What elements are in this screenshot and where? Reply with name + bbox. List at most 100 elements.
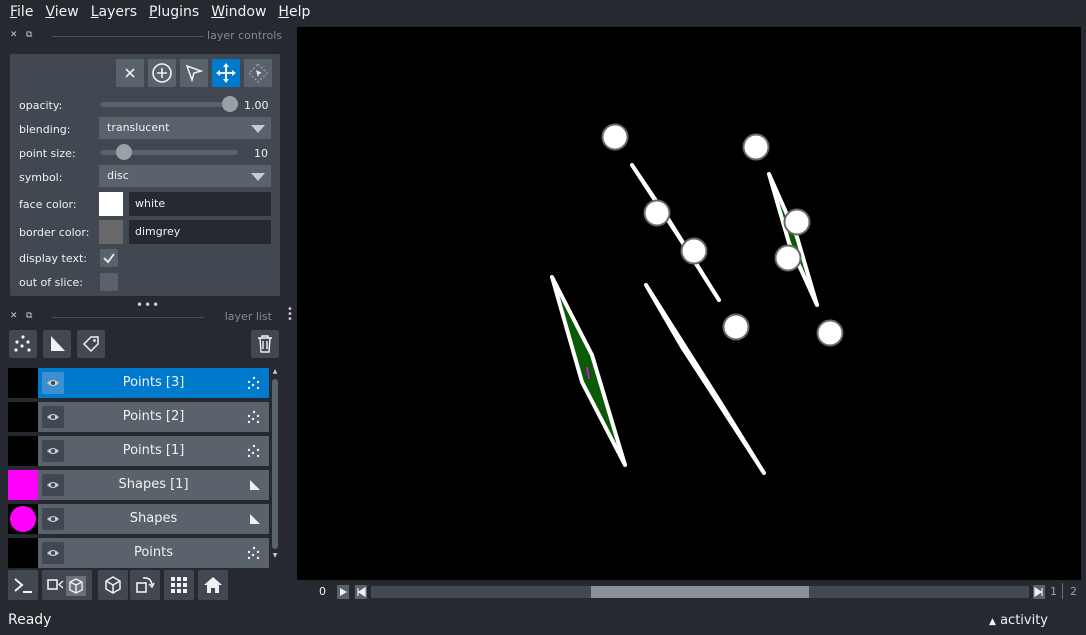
layer-item[interactable]: Points bbox=[38, 538, 269, 568]
point-marker[interactable] bbox=[722, 313, 750, 341]
layer-row[interactable]: Shapes bbox=[8, 504, 269, 534]
canvas-scene bbox=[550, 123, 844, 475]
layer-item[interactable]: Shapes [1] bbox=[38, 470, 269, 500]
layer-name: Points [2] bbox=[122, 409, 185, 424]
visibility-toggle[interactable] bbox=[42, 372, 64, 394]
menu-layers[interactable]: Layers bbox=[85, 4, 143, 20]
visibility-toggle[interactable] bbox=[42, 474, 64, 496]
border-color-swatch[interactable] bbox=[99, 220, 123, 244]
skip-back-icon bbox=[355, 585, 367, 599]
transpose-dimensions-button[interactable] bbox=[130, 570, 160, 600]
select-points-button[interactable] bbox=[180, 59, 208, 87]
scrollbar-thumb[interactable] bbox=[272, 379, 278, 549]
blending-label: blending: bbox=[19, 123, 71, 136]
point-marker[interactable] bbox=[601, 123, 629, 151]
delete-layer-button[interactable] bbox=[251, 330, 279, 358]
face-color-swatch[interactable] bbox=[99, 192, 123, 216]
shape-polygon[interactable] bbox=[630, 163, 721, 302]
display-2d-3d-icon bbox=[47, 576, 86, 596]
layer-item[interactable]: Points [3] bbox=[38, 368, 269, 398]
symbol-select[interactable]: disc bbox=[99, 165, 271, 187]
menubar: File View Layers Plugins Window Help bbox=[0, 0, 1086, 24]
point-size-label: point size: bbox=[19, 147, 76, 160]
points-icon bbox=[247, 376, 260, 390]
toggle-ndisplay-button[interactable] bbox=[42, 570, 92, 600]
add-points-button[interactable] bbox=[148, 59, 176, 87]
opacity-slider-handle[interactable] bbox=[222, 96, 238, 112]
point-marker[interactable] bbox=[783, 208, 811, 236]
menu-view[interactable]: View bbox=[39, 4, 84, 20]
point-marker[interactable] bbox=[816, 319, 844, 347]
eye-icon bbox=[47, 550, 59, 556]
dims-slider-track[interactable] bbox=[371, 586, 1029, 598]
layer-item[interactable]: Points [2] bbox=[38, 402, 269, 432]
layer-thumbnail bbox=[8, 470, 38, 500]
dock-float-icon[interactable]: ⧉ bbox=[26, 30, 36, 40]
activity-toggle[interactable]: ▲ activity bbox=[989, 613, 1048, 628]
viewer-canvas[interactable] bbox=[297, 27, 1081, 580]
shape-polygon[interactable] bbox=[644, 283, 766, 475]
add-point-icon bbox=[152, 63, 172, 83]
scroll-down-icon[interactable]: ▼ bbox=[272, 552, 278, 560]
menu-file[interactable]: File bbox=[4, 4, 39, 20]
toggle-grid-button[interactable] bbox=[164, 570, 194, 600]
layer-row[interactable]: Points [1] bbox=[8, 436, 269, 466]
pan-zoom-button[interactable] bbox=[212, 59, 240, 87]
scroll-up-icon[interactable]: ▲ bbox=[272, 368, 278, 376]
point-marker[interactable] bbox=[742, 133, 770, 161]
visibility-toggle[interactable] bbox=[42, 542, 64, 564]
layer-controls-titlebar: ✕ ⧉ layer controls bbox=[8, 28, 290, 44]
step-back-button[interactable] bbox=[355, 585, 367, 599]
status-text: Ready bbox=[8, 612, 52, 628]
slider-max: 2 bbox=[1070, 585, 1077, 598]
dock-close-icon[interactable]: ✕ bbox=[10, 311, 20, 321]
visibility-toggle[interactable] bbox=[42, 508, 64, 530]
dock-float-icon[interactable]: ⧉ bbox=[26, 311, 36, 321]
face-color-input[interactable]: white bbox=[129, 192, 271, 216]
new-labels-layer-button[interactable] bbox=[77, 330, 105, 358]
border-color-input[interactable]: dimgrey bbox=[129, 220, 271, 244]
layer-item[interactable]: Points [1] bbox=[38, 436, 269, 466]
menu-plugins[interactable]: Plugins bbox=[143, 4, 205, 20]
points-icon bbox=[247, 410, 260, 424]
layer-list-scrollbar[interactable]: ▲ ▼ bbox=[271, 368, 279, 562]
layer-row[interactable]: Points bbox=[8, 538, 269, 568]
roll-dimensions-button[interactable] bbox=[98, 570, 128, 600]
delete-points-button[interactable] bbox=[116, 59, 144, 87]
point-size-value: 10 bbox=[254, 147, 268, 160]
step-forward-button[interactable] bbox=[1033, 585, 1045, 599]
opacity-slider[interactable] bbox=[100, 102, 230, 107]
out-of-slice-checkbox[interactable] bbox=[100, 273, 118, 291]
new-points-layer-button[interactable] bbox=[9, 330, 37, 358]
shape-polygon[interactable] bbox=[550, 275, 627, 467]
layer-row[interactable]: Shapes [1] bbox=[8, 470, 269, 500]
display-text-checkbox[interactable] bbox=[100, 249, 118, 267]
reset-view-button[interactable] bbox=[198, 570, 228, 600]
menu-window[interactable]: Window bbox=[205, 4, 272, 20]
menu-help[interactable]: Help bbox=[272, 4, 316, 20]
layer-row[interactable]: Points [3] bbox=[8, 368, 269, 398]
out-of-slice-label: out of slice: bbox=[19, 276, 83, 289]
layer-thumbnail bbox=[8, 504, 38, 534]
grid-icon bbox=[171, 577, 187, 593]
point-marker[interactable] bbox=[643, 199, 671, 227]
new-shapes-layer-button[interactable] bbox=[43, 330, 71, 358]
point-size-slider-handle[interactable] bbox=[115, 144, 132, 160]
layer-item[interactable]: Shapes bbox=[38, 504, 269, 534]
more-options-icon[interactable]: • • • bbox=[287, 305, 293, 325]
titlebar-divider bbox=[52, 317, 204, 318]
trash-icon bbox=[258, 335, 272, 353]
dims-slider-thumb[interactable] bbox=[591, 586, 809, 598]
dock-close-icon[interactable]: ✕ bbox=[10, 30, 20, 40]
point-marker[interactable] bbox=[680, 237, 708, 265]
eye-icon bbox=[47, 448, 59, 454]
transform-button[interactable] bbox=[244, 59, 272, 87]
visibility-toggle[interactable] bbox=[42, 440, 64, 462]
visibility-toggle[interactable] bbox=[42, 406, 64, 428]
console-button[interactable] bbox=[8, 570, 38, 600]
point-marker[interactable] bbox=[774, 244, 802, 272]
blending-select[interactable]: translucent bbox=[99, 117, 271, 139]
shape-polygon[interactable] bbox=[767, 172, 819, 307]
play-button[interactable] bbox=[337, 585, 349, 599]
layer-row[interactable]: Points [2] bbox=[8, 402, 269, 432]
